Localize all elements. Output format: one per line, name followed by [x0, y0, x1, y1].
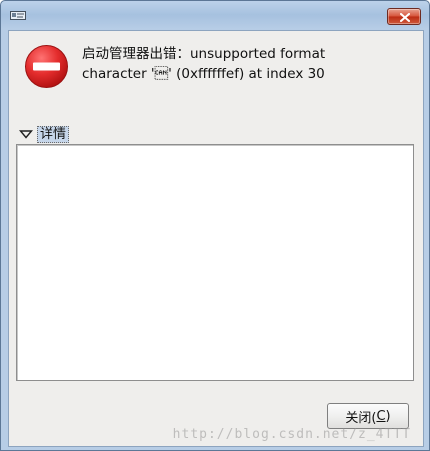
details-label[interactable]: 详情	[37, 125, 70, 143]
close-label-suffix: )	[385, 408, 391, 424]
app-window-icon	[10, 11, 26, 20]
error-message-line-1: 启动管理器出错：unsupported format	[82, 46, 326, 62]
window-close-button[interactable]	[387, 8, 421, 25]
close-label-mnemonic: C	[376, 408, 386, 424]
close-label-prefix: 关闭(	[345, 410, 377, 426]
close-dialog-button[interactable]: 关闭( C )	[327, 403, 409, 429]
dialog-body: 启动管理器出错：unsupported format character ''…	[8, 30, 424, 447]
error-message: 启动管理器出错：unsupported format character ''…	[82, 44, 417, 84]
close-icon	[400, 13, 410, 22]
details-text-area[interactable]	[16, 144, 414, 381]
title-bar[interactable]	[1, 1, 429, 29]
dialog-window: 启动管理器出错：unsupported format character ''…	[0, 0, 430, 451]
details-expander[interactable]: 详情	[19, 125, 70, 143]
disclosure-triangle-icon	[19, 130, 33, 139]
watermark: http://blog.csdn.net/z_4TTT	[172, 427, 411, 442]
error-stop-icon	[25, 45, 68, 88]
error-message-line-2: character '' (0xffffffef) at index 30	[82, 66, 325, 82]
